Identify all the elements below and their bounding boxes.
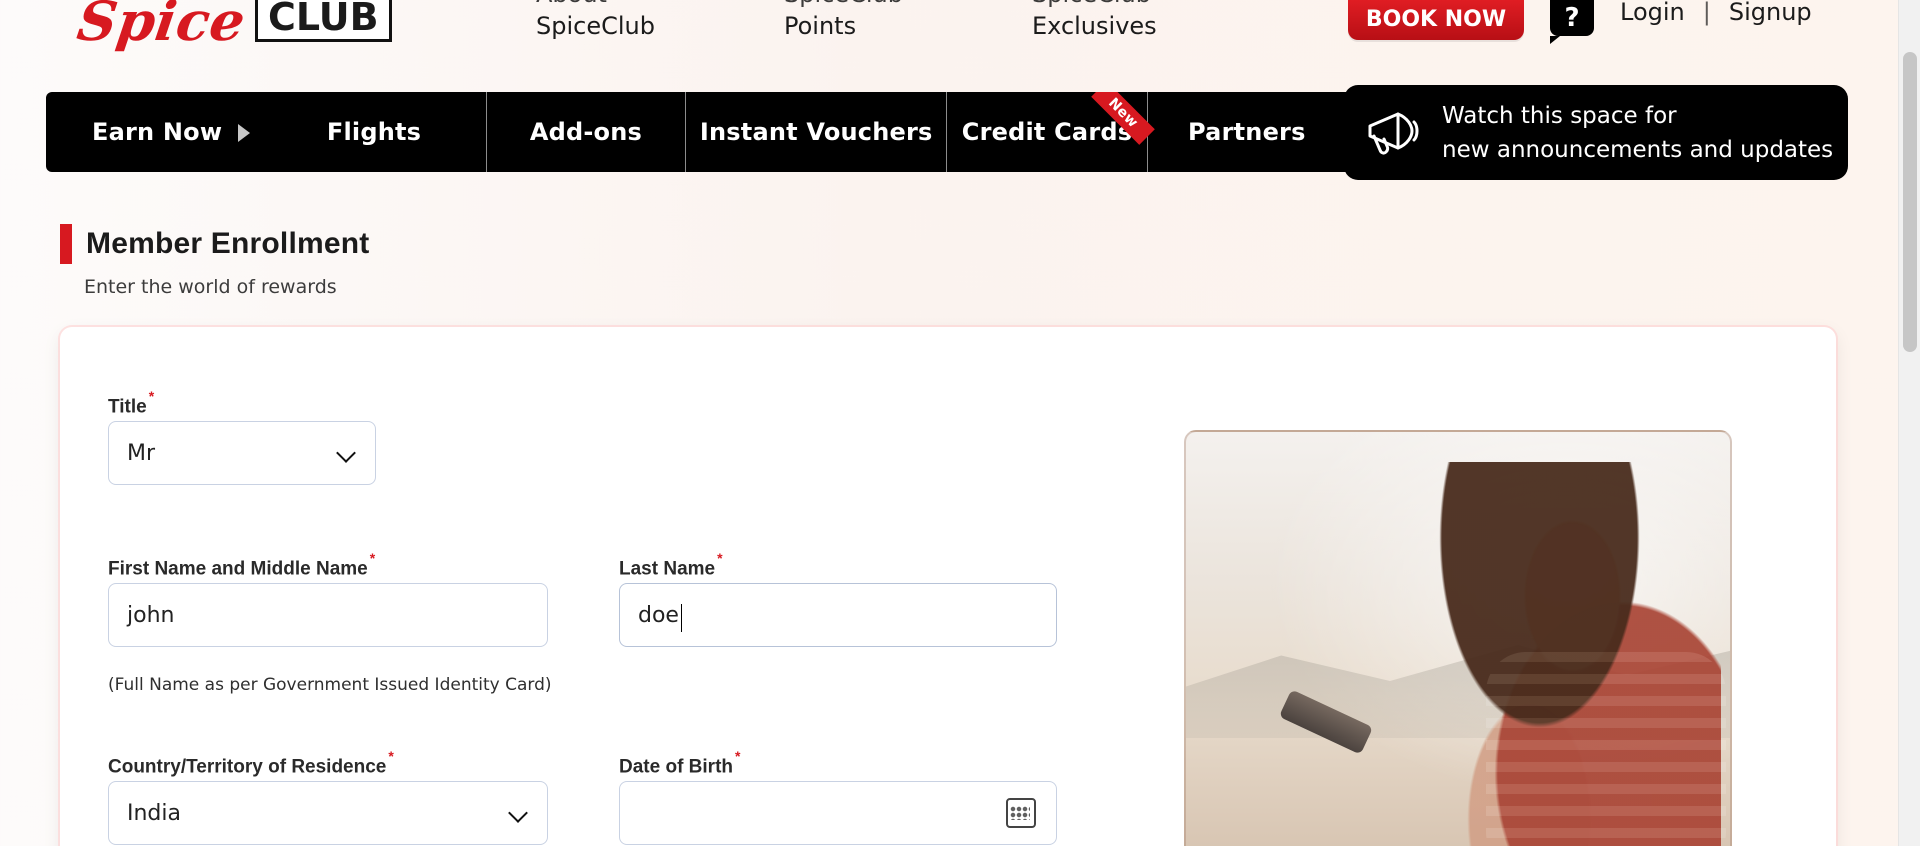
title-label: Title* — [108, 388, 154, 418]
nav-instant-vouchers[interactable]: Instant Vouchers — [686, 92, 948, 172]
required-asterisk: * — [717, 550, 723, 566]
first-name-input-value: john — [127, 602, 175, 628]
chevron-down-icon — [507, 802, 529, 824]
dob-input[interactable] — [619, 781, 1057, 845]
top-nav-cut-text: SpiceClub — [1032, 0, 1151, 8]
nav-flights[interactable]: Flights — [262, 92, 487, 172]
nav-credit-cards-label: Credit Cards — [961, 118, 1133, 146]
login-link[interactable]: Login — [1620, 0, 1685, 26]
top-nav-main-text: Exclusives — [1032, 12, 1157, 40]
country-select[interactable]: India — [108, 781, 548, 845]
country-label: Country/Territory of Residence* — [108, 748, 394, 778]
announcement-line-1: Watch this space for — [1442, 102, 1677, 129]
title-accent-bar — [60, 224, 72, 264]
country-label-text: Country/Territory of Residence — [108, 756, 387, 778]
text-caret — [680, 604, 682, 632]
required-asterisk: * — [148, 388, 155, 404]
first-name-label-text: First Name and Middle Name — [108, 558, 368, 580]
top-header: Spice CLUB About SpiceClub SpiceClub Poi… — [0, 0, 1920, 86]
first-name-input[interactable]: john — [108, 583, 548, 647]
dob-label-text: Date of Birth — [619, 756, 733, 778]
page-title-block: Member Enrollment — [60, 224, 369, 264]
announcement-text: Watch this space for new announcements a… — [1442, 99, 1833, 167]
last-name-input-value: doe — [638, 602, 679, 628]
announcement-line-2: new announcements and updates — [1442, 136, 1834, 163]
top-nav-cut-text: SpiceClub — [784, 0, 903, 8]
hero-photo — [1184, 430, 1732, 846]
megaphone-icon — [1360, 102, 1424, 164]
top-nav-spiceclub-exclusives[interactable]: SpiceClub Exclusives — [1032, 0, 1192, 60]
country-select-value: India — [127, 800, 181, 826]
required-asterisk: * — [388, 748, 394, 764]
first-name-label: First Name and Middle Name* — [108, 550, 375, 580]
nav-credit-cards[interactable]: Credit Cards New — [947, 92, 1155, 172]
name-helper-text: (Full Name as per Government Issued Iden… — [108, 675, 552, 695]
announcement-panel: Watch this space for new announcements a… — [1344, 85, 1848, 180]
nav-partners[interactable]: Partners — [1148, 92, 1346, 172]
page-subtitle: Enter the world of rewards — [84, 276, 337, 298]
nav-earn-now-label: Earn Now — [92, 118, 223, 146]
signup-link[interactable]: Signup — [1729, 0, 1812, 26]
page-title: Member Enrollment — [86, 227, 370, 260]
title-select[interactable]: Mr — [108, 421, 376, 485]
auth-links: Login | Signup — [1620, 0, 1812, 26]
auth-separator: | — [1702, 0, 1711, 26]
required-asterisk: * — [369, 550, 376, 566]
top-nav: About SpiceClub SpiceClub Points SpiceCl… — [536, 0, 1192, 60]
help-icon[interactable]: ? — [1550, 0, 1594, 44]
last-name-input[interactable]: doe — [619, 583, 1057, 647]
nav-add-ons[interactable]: Add-ons — [487, 92, 687, 172]
book-now-button[interactable]: BOOK NOW — [1348, 0, 1524, 40]
last-name-label: Last Name* — [619, 550, 723, 580]
striped-shirt-pattern — [1486, 652, 1726, 846]
top-nav-main-text: SpiceClub — [536, 12, 655, 40]
top-nav-spiceclub-points[interactable]: SpiceClub Points — [784, 0, 944, 60]
last-name-label-text: Last Name — [619, 558, 716, 580]
required-asterisk: * — [735, 748, 741, 764]
logo-club-text: CLUB — [255, 0, 392, 42]
top-nav-about-spiceclub[interactable]: About SpiceClub — [536, 0, 696, 60]
chevron-down-icon — [335, 442, 357, 464]
top-nav-cut-text: About — [536, 0, 607, 8]
title-select-value: Mr — [127, 440, 156, 466]
top-nav-main-text: Points — [784, 12, 857, 40]
calendar-icon[interactable] — [1004, 796, 1038, 830]
vertical-scrollbar[interactable] — [1898, 0, 1920, 846]
nav-earn-now[interactable]: Earn Now — [46, 92, 262, 172]
title-label-text: Title — [108, 396, 147, 418]
spiceclub-logo[interactable]: Spice CLUB — [74, 0, 392, 53]
logo-spice-text: Spice — [73, 0, 250, 53]
dob-label: Date of Birth* — [619, 748, 740, 778]
scrollbar-thumb[interactable] — [1903, 52, 1917, 352]
chevron-right-icon — [238, 124, 251, 142]
main-navigation: Earn Now Flights Add-ons Instant Voucher… — [46, 92, 1346, 172]
